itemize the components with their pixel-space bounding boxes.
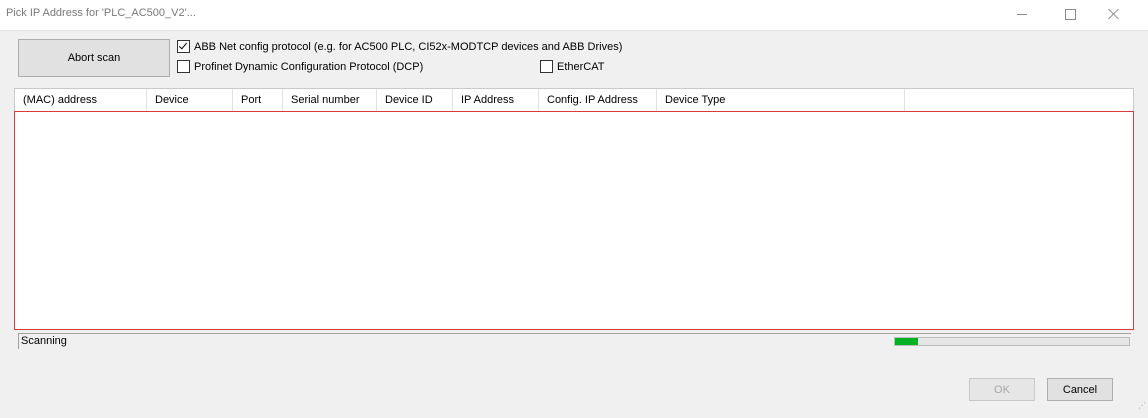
- scan-progress-bar: [894, 337, 1130, 346]
- profinet-dcp-check-icon[interactable]: [177, 60, 190, 73]
- profinet-dcp-label: Profinet Dynamic Configuration Protocol …: [194, 60, 424, 73]
- minimize-button[interactable]: [1004, 0, 1040, 28]
- title-bar: Pick IP Address for 'PLC_AC500_V2'...: [0, 0, 1148, 31]
- device-list-body[interactable]: [14, 111, 1134, 330]
- profinet-dcp-checkbox[interactable]: Profinet Dynamic Configuration Protocol …: [177, 60, 423, 73]
- abb-net-config-check-icon[interactable]: [177, 40, 190, 53]
- maximize-icon: [1064, 8, 1076, 20]
- scan-progress-fill: [895, 338, 919, 345]
- abort-scan-button[interactable]: Abort scan: [18, 39, 170, 77]
- column-header-config-ip-address[interactable]: Config. IP Address: [539, 89, 657, 111]
- minimize-icon: [1017, 13, 1027, 15]
- device-list-header: (MAC) address Device Port Serial number …: [15, 89, 905, 111]
- column-header-device-type[interactable]: Device Type: [657, 89, 905, 111]
- window-title: Pick IP Address for 'PLC_AC500_V2'...: [6, 7, 196, 19]
- status-text: Scanning: [21, 335, 67, 347]
- abb-net-config-label: ABB Net config protocol (e.g. for AC500 …: [194, 40, 623, 53]
- column-header-serial-number[interactable]: Serial number: [283, 89, 377, 111]
- abb-net-config-checkbox[interactable]: ABB Net config protocol (e.g. for AC500 …: [177, 40, 622, 53]
- column-header-ip-address[interactable]: IP Address: [453, 89, 539, 111]
- close-button[interactable]: [1096, 0, 1132, 28]
- ethercat-label: EtherCAT: [557, 60, 605, 73]
- ok-button[interactable]: OK: [969, 378, 1035, 401]
- cancel-button[interactable]: Cancel: [1047, 378, 1113, 401]
- column-header-port[interactable]: Port: [233, 89, 283, 111]
- maximize-button[interactable]: [1052, 0, 1088, 28]
- column-header-device[interactable]: Device: [147, 89, 233, 111]
- resize-grip-icon[interactable]: ⋰: [1138, 402, 1146, 414]
- column-header-device-id[interactable]: Device ID: [377, 89, 453, 111]
- device-list[interactable]: (MAC) address Device Port Serial number …: [14, 88, 1134, 330]
- column-header-mac-address[interactable]: (MAC) address: [15, 89, 147, 111]
- ethercat-checkbox[interactable]: EtherCAT: [540, 60, 604, 73]
- ethercat-check-icon[interactable]: [540, 60, 553, 73]
- close-icon: [1108, 8, 1120, 20]
